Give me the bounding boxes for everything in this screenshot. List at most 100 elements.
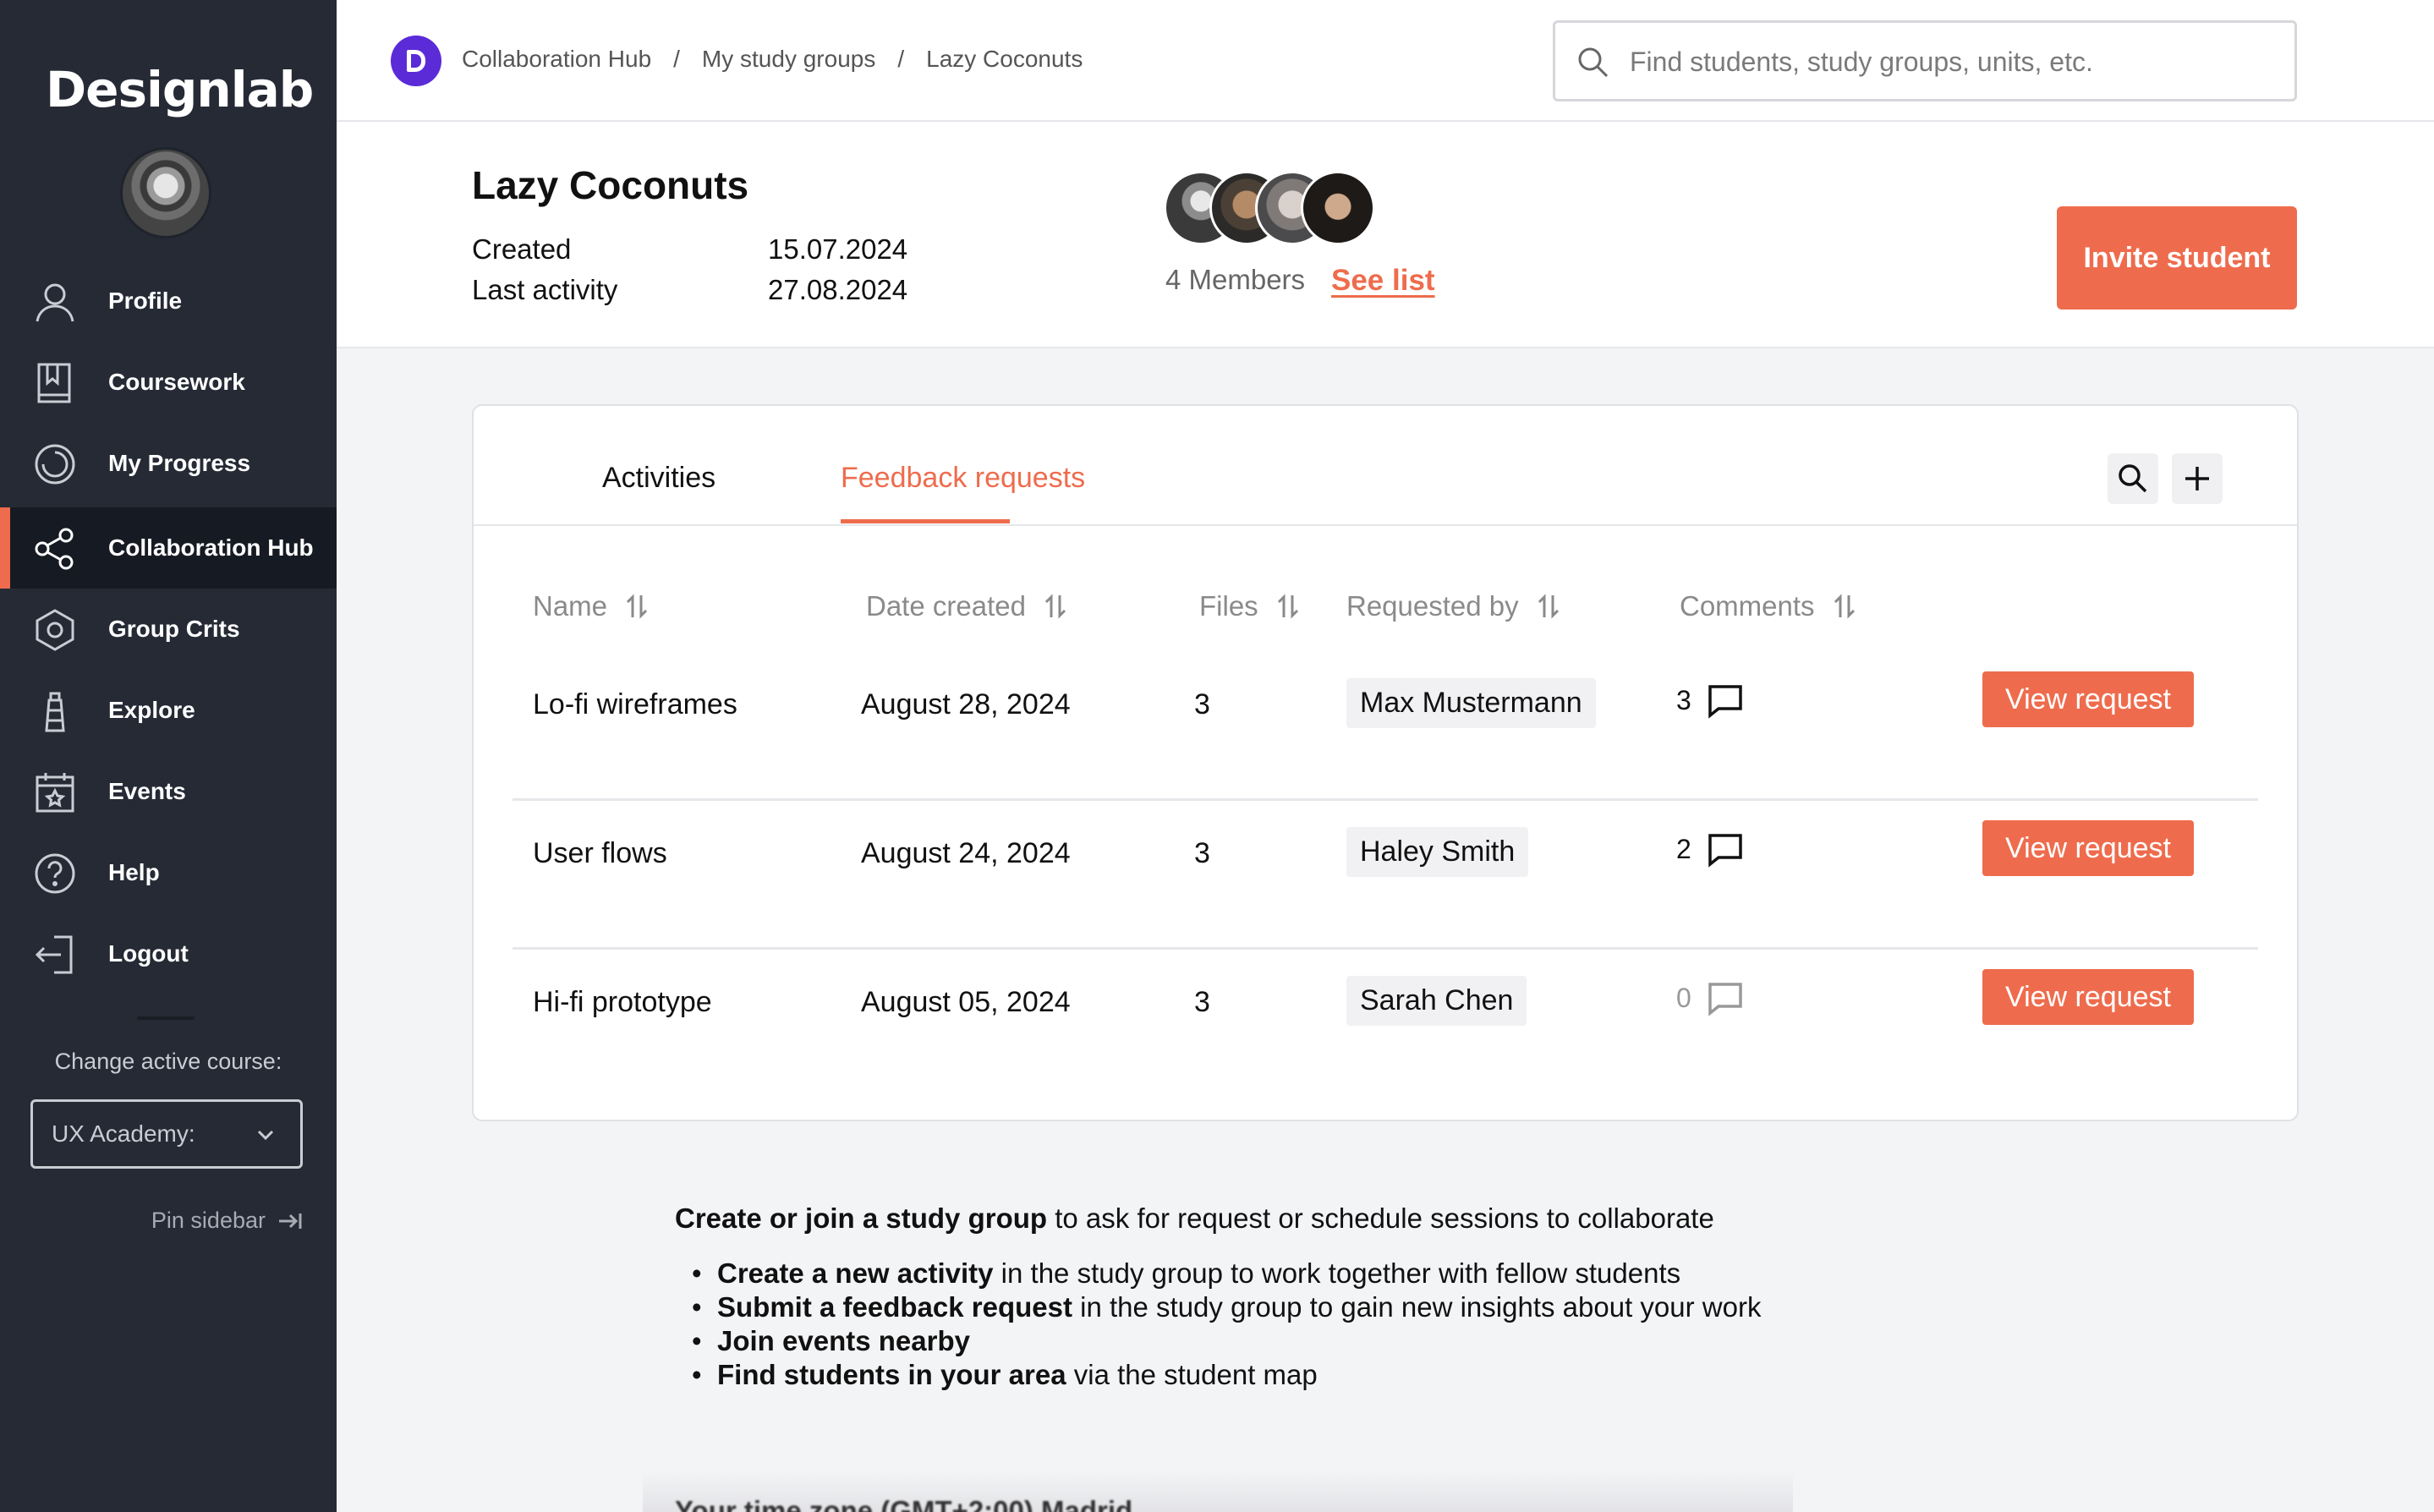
row-divider: [513, 798, 2258, 801]
invite-student-button[interactable]: Invite student: [2057, 206, 2297, 310]
column-header-label: Date created: [866, 590, 1026, 622]
sidebar: Designlab Profile Coursework My Progress…: [0, 0, 337, 1512]
view-request-button[interactable]: View request: [1982, 671, 2194, 727]
request-files: 3: [1194, 986, 1210, 1018]
sort-icon: [1834, 594, 1855, 619]
sidebar-item-help[interactable]: Help: [0, 832, 337, 913]
sidebar-item-label: Events: [108, 778, 186, 804]
pin-sidebar-label: Pin sidebar: [151, 1208, 266, 1233]
plus-icon: [2185, 467, 2209, 490]
breadcrumb: Collaboration Hub / My study groups / La…: [462, 46, 1083, 73]
list-item: Create a new activity in the study group…: [692, 1257, 1761, 1290]
bullet-bold: Join events nearby: [717, 1325, 970, 1356]
add-button[interactable]: [2172, 453, 2223, 504]
pin-sidebar-button[interactable]: Pin sidebar: [151, 1208, 303, 1234]
request-name: Lo-fi wireframes: [533, 688, 737, 720]
logout-icon: [35, 935, 73, 974]
created-label: Created: [472, 233, 572, 265]
sidebar-item-my-progress[interactable]: My Progress: [0, 423, 337, 504]
table-row: Hi-fi prototype August 05, 2024 3 Sarah …: [513, 969, 2258, 1135]
comment-count: 0: [1676, 983, 1691, 1013]
column-header-date-created[interactable]: Date created: [866, 590, 1070, 622]
sidebar-item-profile[interactable]: Profile: [0, 260, 337, 342]
sidebar-item-events[interactable]: Events: [0, 751, 337, 832]
sidebar-divider: [137, 1016, 195, 1020]
request-files: 3: [1194, 688, 1210, 720]
bullet-bold: Find students in your area: [717, 1359, 1066, 1390]
comment-icon[interactable]: [1707, 832, 1744, 868]
sidebar-item-label: Profile: [108, 288, 183, 314]
sidebar-item-label: Logout: [108, 940, 189, 967]
view-request-button[interactable]: View request: [1982, 820, 2194, 876]
search-box: [1553, 20, 2297, 101]
designlab-mark-icon[interactable]: [391, 36, 441, 86]
column-header-files[interactable]: Files: [1199, 590, 1302, 622]
sidebar-item-explore[interactable]: Explore: [0, 670, 337, 751]
last-activity-value: 27.08.2024: [768, 274, 908, 305]
search-icon: [2119, 464, 2147, 493]
comment-icon[interactable]: [1707, 981, 1744, 1016]
column-header-name[interactable]: Name: [533, 590, 651, 622]
sort-icon: [626, 594, 648, 619]
column-header-requested-by[interactable]: Requested by: [1346, 590, 1563, 622]
sidebar-item-label: Coursework: [108, 369, 245, 395]
comment-count: 3: [1676, 685, 1691, 715]
sort-icon: [1538, 594, 1559, 619]
sidebar-item-group-crits[interactable]: Group Crits: [0, 589, 337, 670]
bullet-rest: via the student map: [1066, 1359, 1318, 1390]
request-date: August 24, 2024: [861, 837, 1071, 869]
bullet-bold: Submit a feedback request: [717, 1291, 1072, 1323]
pin-arrow-icon: [279, 1213, 302, 1229]
requester-chip[interactable]: Haley Smith: [1346, 827, 1529, 877]
sidebar-item-coursework[interactable]: Coursework: [0, 342, 337, 423]
bookmark-book-icon: [37, 363, 71, 403]
timezone-text: Your time zone (GMT+2:00) Madrid: [675, 1495, 1133, 1512]
table-row: User flows August 24, 2024 3 Haley Smith…: [513, 820, 2258, 986]
search-button[interactable]: [2108, 453, 2158, 504]
info-bullets: Create a new activity in the study group…: [692, 1257, 1761, 1392]
requester-chip[interactable]: Max Mustermann: [1346, 678, 1596, 728]
user-avatar[interactable]: [120, 147, 211, 238]
search-icon: [1578, 47, 1609, 78]
list-item: Submit a feedback request in the study g…: [692, 1290, 1761, 1324]
breadcrumb-collaboration-hub[interactable]: Collaboration Hub: [462, 46, 651, 73]
column-header-label: Name: [533, 590, 608, 622]
tab-activities[interactable]: Activities: [602, 462, 715, 495]
list-item: Find students in your area via the stude…: [692, 1358, 1761, 1392]
sidebar-item-label: Help: [108, 859, 160, 885]
breadcrumb-current: Lazy Coconuts: [926, 46, 1083, 72]
tab-feedback-requests[interactable]: Feedback requests: [841, 462, 1085, 495]
bullet-bold: Create a new activity: [717, 1257, 994, 1289]
search-input[interactable]: [1630, 40, 2272, 84]
row-divider: [513, 947, 2258, 950]
breadcrumb-my-study-groups[interactable]: My study groups: [702, 46, 875, 73]
column-header-label: Files: [1199, 590, 1258, 622]
bullet-rest: in the study group to work together with…: [993, 1257, 1681, 1289]
request-files: 3: [1194, 837, 1210, 869]
course-select[interactable]: UX Academy:: [30, 1099, 303, 1169]
member-avatars[interactable]: [1164, 171, 1384, 247]
group-title: Lazy Coconuts: [472, 163, 749, 207]
sidebar-item-label: Collaboration Hub: [108, 534, 314, 561]
last-activity-label: Last activity: [472, 274, 618, 305]
request-name: User flows: [533, 837, 667, 869]
sidebar-item-logout[interactable]: Logout: [0, 913, 337, 994]
person-icon: [36, 283, 74, 322]
bullet-rest: in the study group to gain new insights …: [1072, 1291, 1762, 1323]
see-list-link[interactable]: See list: [1331, 264, 1435, 298]
view-request-button[interactable]: View request: [1982, 969, 2194, 1025]
course-select-value: UX Academy:: [52, 1120, 195, 1147]
list-item: Join events nearby: [692, 1324, 1761, 1358]
comment-icon[interactable]: [1707, 683, 1744, 719]
column-header-label: Comments: [1680, 590, 1815, 622]
column-header-comments[interactable]: Comments: [1680, 590, 1859, 622]
tabs-divider: [474, 524, 2297, 526]
designlab-logo[interactable]: Designlab: [46, 61, 314, 118]
feedback-card: Activities Feedback requests Name Date c…: [472, 404, 2299, 1121]
requester-chip[interactable]: Sarah Chen: [1346, 976, 1527, 1026]
sidebar-item-collaboration-hub[interactable]: Collaboration Hub: [0, 507, 337, 589]
breadcrumb-separator: /: [897, 46, 905, 72]
sidebar-item-label: My Progress: [108, 450, 251, 476]
sort-icon: [1044, 594, 1066, 619]
sidebar-item-label: Explore: [108, 697, 195, 723]
